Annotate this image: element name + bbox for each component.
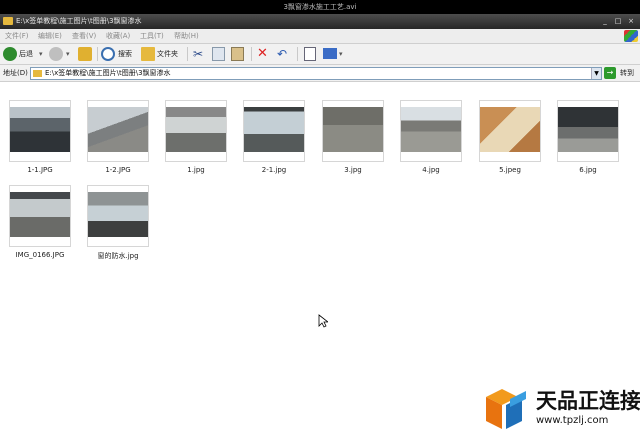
file-item[interactable]: 3.jpg [313,100,393,190]
folders-button-label[interactable]: 文件夹 [157,46,178,62]
file-name[interactable]: 窗的防水.jpg [78,251,158,261]
photo-thumbnail [558,107,618,152]
forward-dropdown-icon[interactable]: ▾ [66,46,70,62]
properties-icon[interactable] [304,47,316,61]
photo-thumbnail [244,107,304,152]
thumbnail[interactable] [9,185,71,247]
file-name[interactable]: 3.jpg [313,166,393,174]
file-list-pane: 1-1.JPG 1-2.JPG 1.jpg 2-1.jpg 3.jpg 4.jp… [0,82,640,435]
folder-icon [3,17,13,25]
menu-edit[interactable]: 编辑(E) [38,29,62,43]
search-button-label[interactable]: 搜索 [118,46,132,62]
back-dropdown-icon[interactable]: ▾ [39,46,43,62]
maximize-button[interactable]: □ [613,16,623,26]
address-label: 地址(D) [3,69,28,77]
address-bar: 地址(D) E:\x签单教程\施工图片\t图册\3飘窗渗水 ▼ → 转到 [0,65,640,82]
thumbnail[interactable] [165,100,227,162]
thumbnail[interactable] [557,100,619,162]
file-item[interactable]: 窗的防水.jpg [78,185,158,275]
photo-thumbnail [166,107,226,152]
windows-logo-icon [624,30,638,42]
file-name[interactable]: 1.jpg [156,166,236,174]
undo-icon[interactable]: ↶ [277,46,287,62]
back-arrow-icon[interactable] [3,47,17,61]
search-icon[interactable] [101,47,115,61]
file-item[interactable]: 5.jpeg [470,100,550,190]
menu-help[interactable]: 帮助(H) [174,29,199,43]
menu-view[interactable]: 查看(V) [72,29,96,43]
views-icon[interactable] [323,48,337,59]
file-item[interactable]: 1-2.JPG [78,100,158,190]
toolbar-separator [187,47,188,61]
address-dropdown-icon[interactable]: ▼ [591,68,601,79]
explorer-window: E:\x签单教程\施工图片\t图册\3飘窗渗水 _ □ × 文件(F) 编辑(E… [0,14,640,435]
toolbar: 后退 ▾ ▾ 搜索 文件夹 ✂ ✕ ↶ ▾ [0,44,640,65]
file-name[interactable]: 1-1.JPG [0,166,80,174]
mouse-cursor-icon [318,314,328,328]
address-input[interactable]: E:\x签单教程\施工图片\t图册\3飘窗渗水 ▼ [30,67,602,80]
go-button-label[interactable]: 转到 [620,65,634,81]
video-title: 3飘窗渗水施工工艺.avi [283,3,357,11]
window-title: E:\x签单教程\施工图片\t图册\3飘窗渗水 [16,17,142,25]
toolbar-separator [97,47,98,61]
watermark: 天品正连接 www.tpzlj.com [480,385,640,435]
watermark-text: 天品正连接 [536,389,640,413]
back-button-label[interactable]: 后退 [19,46,33,62]
paste-icon[interactable] [231,47,244,61]
copy-icon[interactable] [212,47,225,61]
thumbnail[interactable] [479,100,541,162]
menu-bar: 文件(F) 编辑(E) 查看(V) 收藏(A) 工具(T) 帮助(H) [0,29,640,44]
folders-icon[interactable] [141,47,155,61]
thumbnail[interactable] [243,100,305,162]
forward-arrow-icon[interactable] [49,47,63,61]
file-item[interactable]: 2-1.jpg [234,100,314,190]
watermark-logo-icon [486,389,526,429]
menu-tools[interactable]: 工具(T) [140,29,164,43]
thumbnail[interactable] [87,185,149,247]
menu-favorites[interactable]: 收藏(A) [106,29,130,43]
file-name[interactable]: 4.jpg [391,166,471,174]
photo-thumbnail [88,107,148,152]
thumbnail[interactable] [9,100,71,162]
file-item[interactable]: 4.jpg [391,100,471,190]
close-button[interactable]: × [626,16,636,26]
photo-thumbnail [323,107,383,152]
file-name[interactable]: 1-2.JPG [78,166,158,174]
file-item[interactable]: 6.jpg [548,100,628,190]
thumbnail[interactable] [87,100,149,162]
photo-thumbnail [480,107,540,152]
thumbnail[interactable] [322,100,384,162]
photo-thumbnail [401,107,461,152]
photo-thumbnail [88,192,148,237]
toolbar-separator [251,47,252,61]
file-item[interactable]: 1.jpg [156,100,236,190]
file-name[interactable]: 6.jpg [548,166,628,174]
file-name[interactable]: 2-1.jpg [234,166,314,174]
watermark-url: www.tpzlj.com [536,415,609,426]
photo-thumbnail [10,107,70,152]
minimize-button[interactable]: _ [600,16,610,26]
cut-icon[interactable]: ✂ [193,46,203,62]
views-dropdown-icon[interactable]: ▾ [339,46,343,62]
thumbnail[interactable] [400,100,462,162]
delete-icon[interactable]: ✕ [257,46,268,62]
address-value[interactable]: E:\x签单教程\施工图片\t图册\3飘窗渗水 [45,68,171,79]
title-bar: E:\x签单教程\施工图片\t图册\3飘窗渗水 _ □ × [0,14,640,29]
go-arrow-icon[interactable]: → [604,67,616,79]
menu-file[interactable]: 文件(F) [5,29,29,43]
file-item[interactable]: 1-1.JPG [0,100,80,190]
photo-thumbnail [10,192,70,237]
toolbar-separator [297,47,298,61]
up-folder-icon[interactable] [78,47,92,61]
file-name[interactable]: 5.jpeg [470,166,550,174]
file-name[interactable]: IMG_0166.JPG [0,251,80,259]
file-item[interactable]: IMG_0166.JPG [0,185,80,275]
folder-icon [33,70,42,77]
